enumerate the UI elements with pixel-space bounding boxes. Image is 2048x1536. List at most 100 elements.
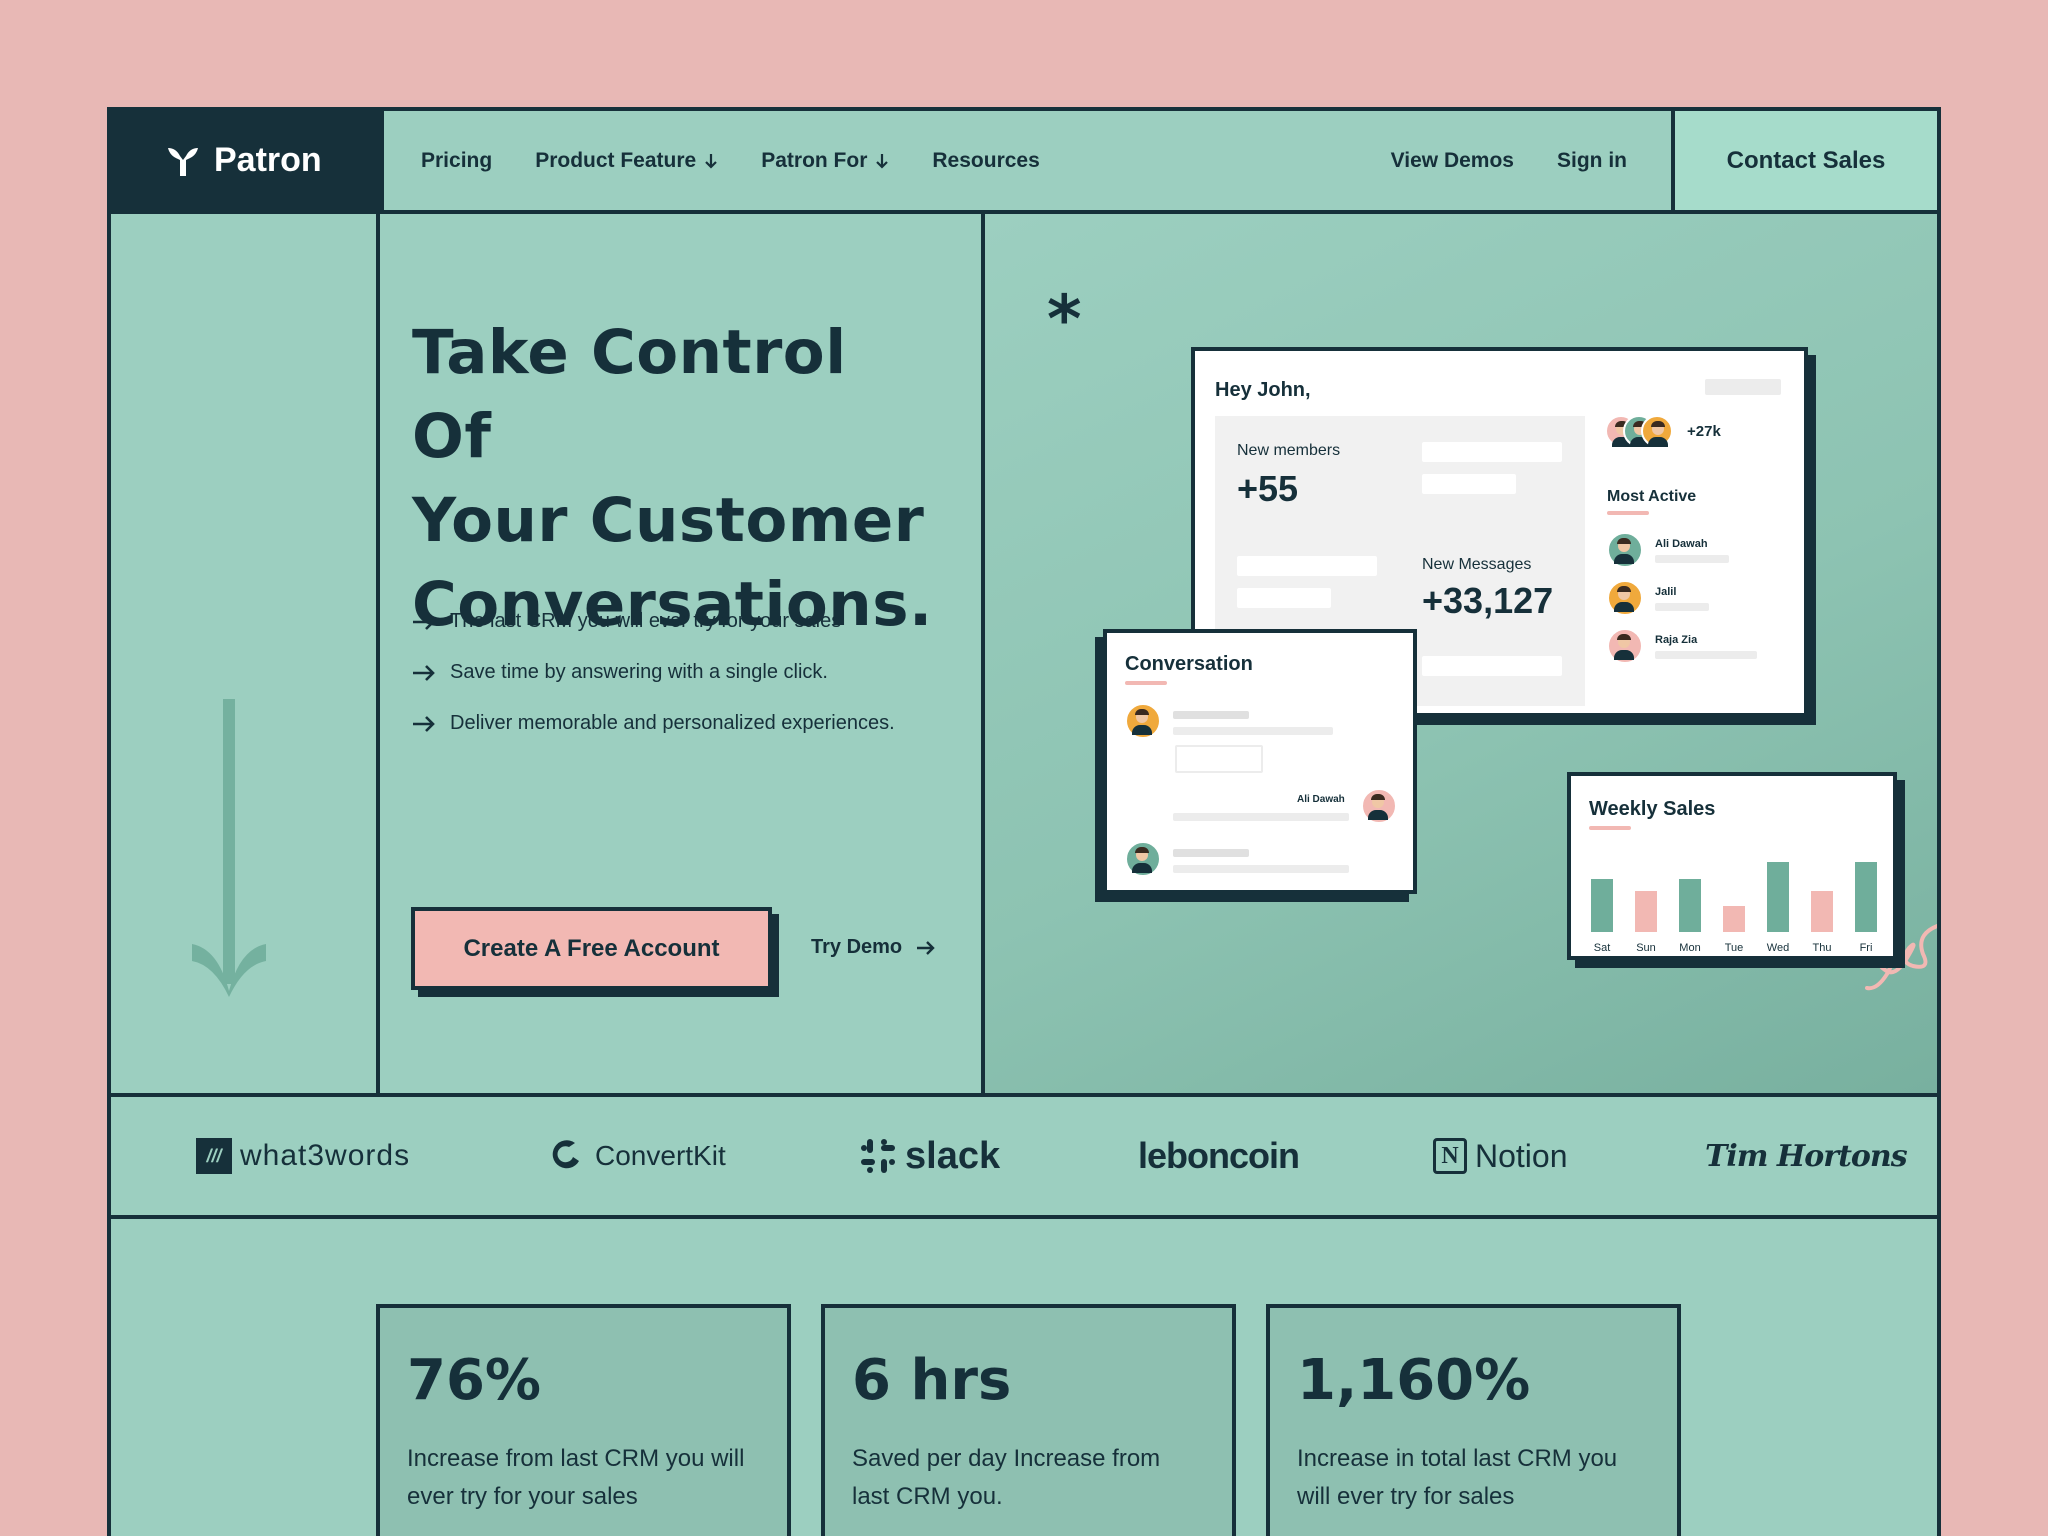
arrow-right-icon — [413, 715, 435, 732]
notion-icon: N — [1433, 1138, 1467, 1174]
stat-value: 76% — [407, 1348, 542, 1413]
sales-tick-label: Fri — [1859, 942, 1873, 954]
logo-tim-hortons: Tim Hortons — [1705, 1097, 1908, 1215]
view-demos-link[interactable]: View Demos — [1391, 149, 1514, 173]
try-demo-link[interactable]: Try Demo — [811, 936, 936, 959]
sales-tick-label: Sat — [1593, 942, 1611, 954]
conversation-title: Conversation — [1125, 653, 1253, 675]
weekly-sales-chart: Sat Sun Mon Tue Wed Thu Fri — [1585, 836, 1883, 954]
arrow-right-icon — [413, 664, 435, 681]
hero-illustration: * Hey John, New members +55 New Messages… — [985, 214, 1937, 1093]
avatar — [1607, 580, 1643, 616]
placeholder-bar — [1173, 865, 1349, 873]
logo-notion: N Notion — [1433, 1097, 1568, 1215]
logo-text: what3words — [240, 1139, 411, 1172]
top-nav: Patron Pricing Product Feature Patron Fo… — [111, 111, 1937, 214]
placeholder-bar — [1237, 588, 1331, 608]
most-active-name: Raja Zia — [1655, 634, 1698, 646]
avatar — [1607, 628, 1643, 664]
sales-tick-label: Sun — [1636, 942, 1656, 954]
most-active-title: Most Active — [1607, 488, 1697, 505]
stat-card: 76% Increase from last CRM you will ever… — [376, 1304, 791, 1536]
placeholder-bar — [1655, 603, 1709, 611]
brand-logo[interactable]: Patron — [111, 111, 380, 210]
bullet-item: Deliver memorable and personalized exper… — [412, 698, 895, 749]
title-underline — [1607, 511, 1649, 515]
bullet-text: The last CRM you will ever try for your … — [450, 610, 842, 632]
sales-bar — [1635, 891, 1657, 932]
logo-convertkit: ConvertKit — [545, 1097, 726, 1215]
new-members-value: +55 — [1237, 468, 1299, 509]
contact-sales-button[interactable]: Contact Sales — [1671, 111, 1937, 210]
new-messages-value: +33,127 — [1422, 580, 1554, 621]
arrow-right-icon — [413, 613, 435, 630]
sign-in-link[interactable]: Sign in — [1557, 149, 1627, 173]
conversation-card: Conversation Ali Dawah — [1103, 629, 1417, 894]
create-account-button[interactable]: Create A Free Account — [411, 907, 772, 990]
slack-icon — [861, 1139, 895, 1173]
hero-bullets: The last CRM you will ever try for your … — [412, 596, 895, 749]
stat-card: 6 hrs Saved per day Increase from last C… — [821, 1304, 1236, 1536]
asterisk-icon: * — [1047, 281, 1082, 358]
dashboard-greeting: Hey John, — [1215, 379, 1311, 401]
sales-tick-label: Thu — [1812, 942, 1832, 954]
attachment-placeholder — [1175, 745, 1263, 773]
placeholder-bar — [1173, 711, 1249, 719]
nav-link-pricing[interactable]: Pricing — [421, 149, 492, 173]
avatar — [1125, 841, 1161, 877]
stat-text: Saved per day Increase from last CRM you… — [852, 1445, 1161, 1510]
what3words-icon: /// — [196, 1138, 232, 1174]
nav-divider — [380, 111, 384, 214]
nav-link-resources[interactable]: Resources — [932, 149, 1039, 173]
nav-link-label: Pricing — [421, 148, 493, 172]
avatar — [1641, 415, 1673, 447]
most-active-name: Ali Dawah — [1655, 538, 1708, 550]
sales-bar — [1723, 906, 1745, 932]
convertkit-icon — [552, 1140, 579, 1169]
arrow-down-icon — [876, 153, 889, 169]
weekly-sales-card: Weekly Sales Sat Sun Mon Tue Wed Thu Fri — [1567, 772, 1897, 960]
sales-bar — [1855, 862, 1877, 932]
most-active-name: Jalil — [1655, 586, 1677, 598]
scroll-down-arrow-icon — [192, 699, 266, 997]
stat-text: Increase in total last CRM you will ever… — [1297, 1445, 1618, 1510]
try-demo-label: Try Demo — [811, 936, 903, 958]
arrow-right-icon — [917, 940, 935, 955]
column-divider — [376, 214, 380, 1093]
title-underline — [1125, 681, 1167, 685]
placeholder-bar — [1173, 849, 1249, 857]
cta-wrapper: Create A Free Account — [411, 907, 779, 997]
weekly-sales-title: Weekly Sales — [1589, 798, 1716, 820]
logo-text: slack — [905, 1134, 1001, 1177]
new-members-label: New members — [1237, 442, 1341, 459]
placeholder-bar — [1422, 442, 1562, 462]
placeholder-bar — [1655, 651, 1757, 659]
bullet-item: Save time by answering with a single cli… — [412, 647, 895, 698]
placeholder-bar — [1237, 556, 1377, 576]
hero-title-line: Take Control Of — [412, 317, 847, 472]
stat-value: 6 hrs — [852, 1348, 1012, 1413]
bullet-text: Deliver memorable and personalized exper… — [450, 712, 895, 734]
sales-tick-label: Tue — [1724, 942, 1744, 954]
placeholder-bar — [1173, 813, 1349, 821]
site-frame: Patron Pricing Product Feature Patron Fo… — [107, 107, 1941, 1536]
nav-link-label: Resources — [932, 148, 1040, 172]
avatar — [1607, 532, 1643, 568]
logo-what3words: /// what3words — [196, 1097, 410, 1215]
logo-text: Tim Hortons — [1705, 1138, 1908, 1174]
new-messages-label: New Messages — [1422, 556, 1532, 573]
avatar — [1125, 703, 1161, 739]
nav-links: Pricing Product Feature Patron For Resou… — [421, 111, 1040, 210]
sales-tick-label: Wed — [1766, 942, 1790, 954]
nav-link-label: Product Feature — [535, 148, 697, 172]
stat-value: 1,160% — [1297, 1348, 1531, 1413]
placeholder-bar — [1422, 656, 1562, 676]
placeholder-bar — [1422, 474, 1516, 494]
bullet-text: Save time by answering with a single cli… — [450, 661, 828, 683]
patron-logo-icon — [168, 147, 198, 176]
customer-logos: /// what3words ConvertKit slack leboncoi… — [111, 1097, 1937, 1219]
nav-link-product-feature[interactable]: Product Feature — [535, 149, 718, 173]
most-active-column: +27k Most Active Ali Dawah Jalil Raja Zi… — [1605, 351, 1805, 713]
stat-card: 1,160% Increase in total last CRM you wi… — [1266, 1304, 1681, 1536]
nav-link-patron-for[interactable]: Patron For — [761, 149, 889, 173]
